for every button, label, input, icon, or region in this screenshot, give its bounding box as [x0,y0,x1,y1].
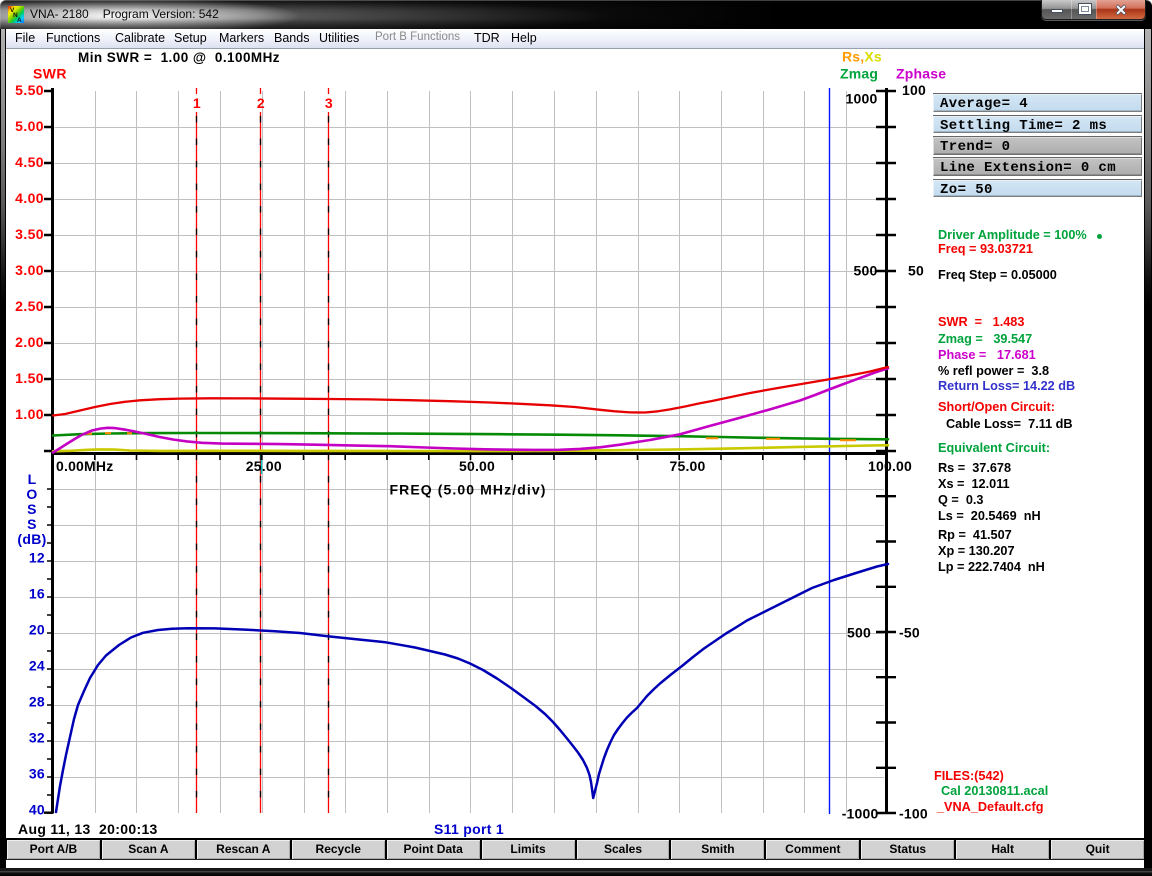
svg-text:5.50: 5.50 [15,82,44,98]
svg-text:32: 32 [29,730,45,746]
svg-text:1: 1 [193,95,201,111]
svg-text:S: S [27,501,37,517]
svg-text:FREQ (5.00 MHz/div): FREQ (5.00 MHz/div) [389,482,546,498]
svg-text:100: 100 [902,82,926,98]
svg-text:Zmag: Zmag [840,66,878,82]
svg-text:1000: 1000 [846,91,878,107]
svg-text:1.50: 1.50 [15,370,44,386]
svg-text:50.00: 50.00 [459,458,495,474]
svg-text:Zphase: Zphase [896,66,946,82]
svg-text:S11 port 1: S11 port 1 [434,821,504,837]
svg-text:SWR: SWR [33,66,67,82]
svg-text:3.50: 3.50 [15,226,44,242]
svg-text:500: 500 [854,263,878,279]
svg-text:O: O [26,486,37,502]
svg-text:2: 2 [257,95,265,111]
svg-text:3.00: 3.00 [15,262,44,278]
svg-text:50: 50 [908,263,924,279]
svg-text:-1000: -1000 [842,806,879,822]
svg-text:-50: -50 [899,625,920,641]
svg-text:-100: -100 [899,806,928,822]
svg-text:5.00: 5.00 [15,118,44,134]
svg-text:25.00: 25.00 [246,458,282,474]
svg-text:0.00MHz: 0.00MHz [56,458,113,474]
svg-text:40: 40 [29,802,45,818]
svg-text:16: 16 [29,586,45,602]
svg-text:20: 20 [29,622,45,638]
svg-text:1.00: 1.00 [15,406,44,422]
svg-text:3: 3 [325,95,333,111]
svg-text:S: S [27,516,37,532]
svg-text:(dB): (dB) [17,531,46,547]
svg-text:36: 36 [29,766,45,782]
svg-text:24: 24 [29,658,45,674]
svg-text:L: L [28,471,37,487]
svg-text:12: 12 [29,550,45,566]
svg-text:500: 500 [847,625,871,641]
svg-text:4.00: 4.00 [15,190,44,206]
svg-text:2.00: 2.00 [15,334,44,350]
svg-text:75.00: 75.00 [669,458,705,474]
svg-text:2.50: 2.50 [15,298,44,314]
svg-text:Rs,Xs: Rs,Xs [842,49,882,65]
svg-text:4.50: 4.50 [15,154,44,170]
svg-text:28: 28 [29,694,45,710]
svg-text:Aug 11, 13 20:00:13: Aug 11, 13 20:00:13 [18,821,158,837]
svg-text:100.00: 100.00 [868,458,912,474]
